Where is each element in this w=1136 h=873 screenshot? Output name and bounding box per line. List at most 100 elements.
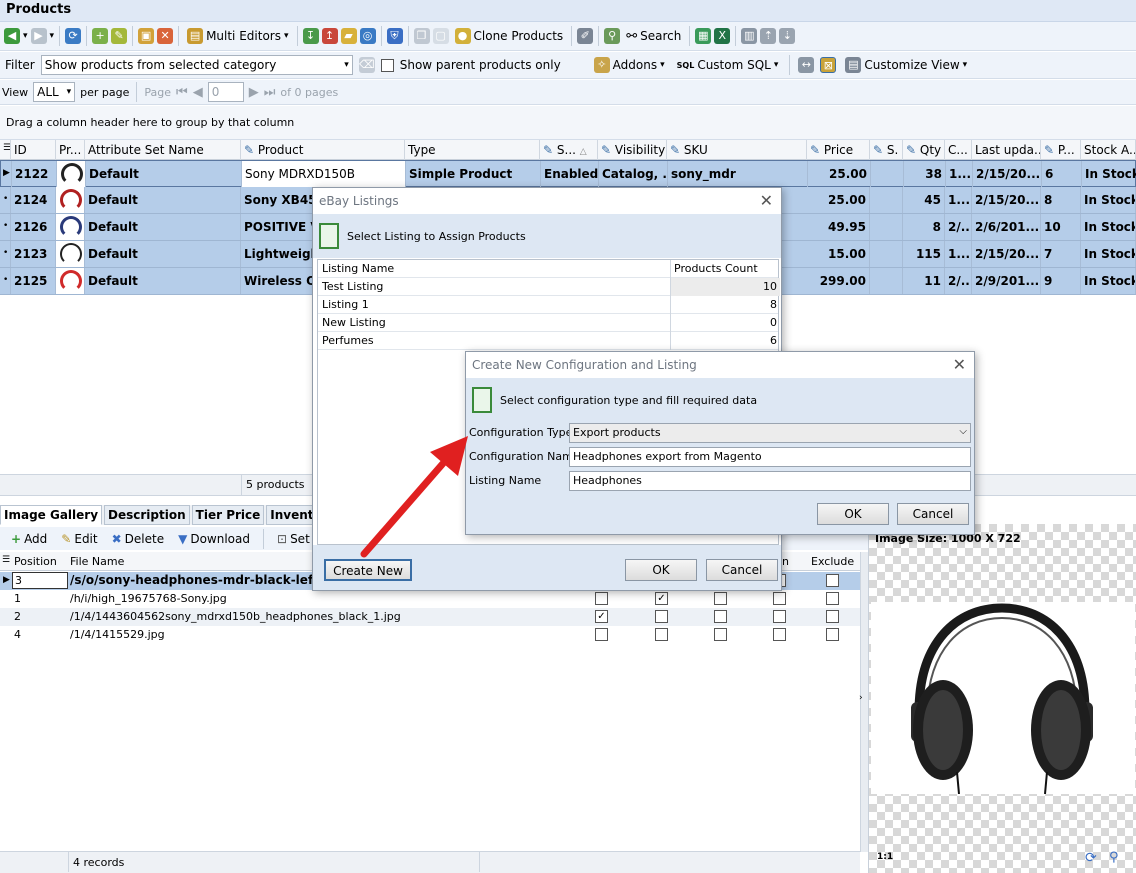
configuration-type-select[interactable]: Export products ⌵ xyxy=(569,423,971,443)
header-product[interactable]: ✎ Product xyxy=(241,140,405,160)
checkbox[interactable] xyxy=(655,610,668,623)
search-button[interactable]: ⚯ Search xyxy=(623,25,684,47)
page-number-input[interactable]: 0 xyxy=(207,82,244,102)
filter-icon[interactable]: ⚲ xyxy=(604,28,621,44)
tab-tier-price[interactable]: Tier Price xyxy=(191,505,265,525)
copy-icon[interactable]: ▣ xyxy=(138,28,155,44)
forward-arrow-icon[interactable]: ▶ xyxy=(30,28,47,44)
table-row[interactable]: 4 /1/4/1415529.jpg xyxy=(0,626,860,644)
cell-position[interactable]: 3 xyxy=(12,572,68,589)
create-new-button[interactable]: Create New xyxy=(324,559,412,581)
export-icon[interactable]: ↥ xyxy=(321,28,338,44)
edit-image-button[interactable]: ✎ Edit xyxy=(58,528,100,550)
listing-name-input[interactable]: Headphones xyxy=(569,471,971,491)
header-id[interactable]: ID xyxy=(11,140,56,160)
filter-select[interactable]: Show products from selected category ▾ xyxy=(40,55,353,75)
ok-button[interactable]: OK xyxy=(625,559,697,581)
header-special[interactable]: ✎ S. xyxy=(870,140,903,160)
addons-button[interactable]: ✧ Addons ▾ xyxy=(591,54,668,76)
table-row[interactable]: 1 /h/i/high_19675768-Sony.jpg ✓ xyxy=(0,590,860,608)
download-image-button[interactable]: ▼ Download xyxy=(175,528,253,550)
list-item[interactable]: Perfumes 6 xyxy=(318,332,778,350)
grid-menu-icon[interactable]: ☰ xyxy=(2,555,10,565)
paste-icon[interactable]: ▢ xyxy=(432,28,449,44)
page-size-select[interactable]: ALL ▾ xyxy=(33,82,76,102)
delete-image-button[interactable]: ✖ Delete xyxy=(109,528,168,550)
checkbox[interactable] xyxy=(714,592,727,605)
add-image-button[interactable]: + Add xyxy=(8,528,50,550)
header-listing-name[interactable]: Listing Name xyxy=(322,262,394,275)
excel-icon[interactable]: X xyxy=(714,28,731,44)
duplicate-icon[interactable]: ❐ xyxy=(413,28,430,44)
back-arrow-icon[interactable]: ◀ xyxy=(4,28,20,44)
exclude-checkbox[interactable] xyxy=(826,628,839,641)
header-last-updated[interactable]: Last upda... xyxy=(972,140,1041,160)
header-preview[interactable]: Pr... xyxy=(56,140,85,160)
folder-icon[interactable]: ▰ xyxy=(340,28,357,44)
header-attribute-set[interactable]: Attribute Set Name xyxy=(85,140,241,160)
add-product-icon[interactable]: + xyxy=(92,28,109,44)
last-page-icon[interactable]: ⏭ xyxy=(264,85,276,100)
shield-icon[interactable]: ⛨ xyxy=(386,28,403,44)
header-products-count[interactable]: Products Count xyxy=(670,260,780,278)
cancel-button[interactable]: Cancel xyxy=(706,559,778,581)
checkbox[interactable] xyxy=(714,628,727,641)
customize-view-button[interactable]: ▤ Customize View ▾ xyxy=(842,54,970,76)
import-icon[interactable]: ↧ xyxy=(302,28,319,44)
auto-size-icon[interactable]: ⊠ xyxy=(820,57,837,73)
close-icon[interactable]: ✕ xyxy=(953,355,966,374)
fit-columns-icon[interactable]: ↔ xyxy=(798,57,815,73)
list-item[interactable]: Test Listing 10 xyxy=(318,278,780,296)
list-item[interactable]: New Listing 0 xyxy=(318,314,778,332)
checkbox[interactable] xyxy=(655,628,668,641)
exclude-checkbox[interactable] xyxy=(826,610,839,623)
next-page-icon[interactable]: ▶ xyxy=(249,85,259,100)
checkbox[interactable] xyxy=(595,628,608,641)
grid-menu-icon[interactable]: ☰ xyxy=(0,140,11,160)
sort-descending-icon[interactable]: ⇣ xyxy=(779,28,796,44)
chevron-down-icon[interactable]: ▾ xyxy=(50,31,55,41)
header-type[interactable]: Type xyxy=(405,140,540,160)
header-created[interactable]: C... xyxy=(945,140,972,160)
table-row[interactable]: ▶ 2122 Default Sony MDRXD150B Simple Pro… xyxy=(0,160,1136,187)
checkbox[interactable] xyxy=(773,628,786,641)
configuration-name-input[interactable]: Headphones export from Magento xyxy=(569,447,971,467)
tab-image-gallery[interactable]: Image Gallery xyxy=(0,505,103,525)
header-qty[interactable]: ✎ Qty xyxy=(903,140,945,160)
checkbox[interactable] xyxy=(714,610,727,623)
group-by-panel[interactable]: Drag a column header here to group by th… xyxy=(0,106,1136,140)
checkbox[interactable] xyxy=(773,610,786,623)
columns-icon[interactable]: ▥ xyxy=(741,28,758,44)
delete-icon[interactable]: ✕ xyxy=(157,28,174,44)
zoom-icon[interactable]: ⚲ xyxy=(1109,850,1119,865)
rotate-icon[interactable]: ⟳ xyxy=(1085,850,1097,866)
chevron-down-icon[interactable]: ▾ xyxy=(23,31,28,41)
header-position[interactable]: Position xyxy=(14,555,57,568)
header-position[interactable]: ✎ P... xyxy=(1041,140,1081,160)
table-row[interactable]: 2 /1/4/1443604562sony_mdrxd150b_headphon… xyxy=(0,608,860,626)
checkbox-checked[interactable]: ✓ xyxy=(655,592,668,605)
header-col-n[interactable]: n xyxy=(782,555,789,568)
header-file-name[interactable]: File Name xyxy=(70,555,124,568)
header-stock[interactable]: Stock A... xyxy=(1081,140,1136,160)
exclude-checkbox[interactable] xyxy=(826,592,839,605)
splitter-chevron-icon[interactable]: › xyxy=(859,693,863,703)
tab-description[interactable]: Description xyxy=(104,505,190,525)
actual-size-button[interactable]: 1:1 xyxy=(877,852,893,862)
cell-product[interactable]: Sony MDRXD150B xyxy=(242,161,406,187)
clone-products-button[interactable]: ● Clone Products xyxy=(452,25,567,47)
header-price[interactable]: ✎ Price xyxy=(807,140,870,160)
custom-sql-button[interactable]: SQL Custom SQL ▾ xyxy=(674,54,782,76)
refresh-icon[interactable]: ⟳ xyxy=(65,28,82,44)
header-status[interactable]: ✎ S... △ xyxy=(540,140,598,160)
checkbox[interactable] xyxy=(773,592,786,605)
spreadsheet-icon[interactable]: ▦ xyxy=(695,28,712,44)
previous-page-icon[interactable]: ◀ xyxy=(193,85,203,100)
multi-editors-button[interactable]: ▤ Multi Editors ▾ xyxy=(184,25,291,47)
close-icon[interactable]: ✕ xyxy=(760,191,773,210)
checkbox[interactable] xyxy=(595,592,608,605)
config-ok-button[interactable]: OK xyxy=(817,503,889,525)
list-item[interactable]: Listing 1 8 xyxy=(318,296,778,314)
config-cancel-button[interactable]: Cancel xyxy=(897,503,969,525)
first-page-icon[interactable]: ⏮ xyxy=(176,85,188,100)
